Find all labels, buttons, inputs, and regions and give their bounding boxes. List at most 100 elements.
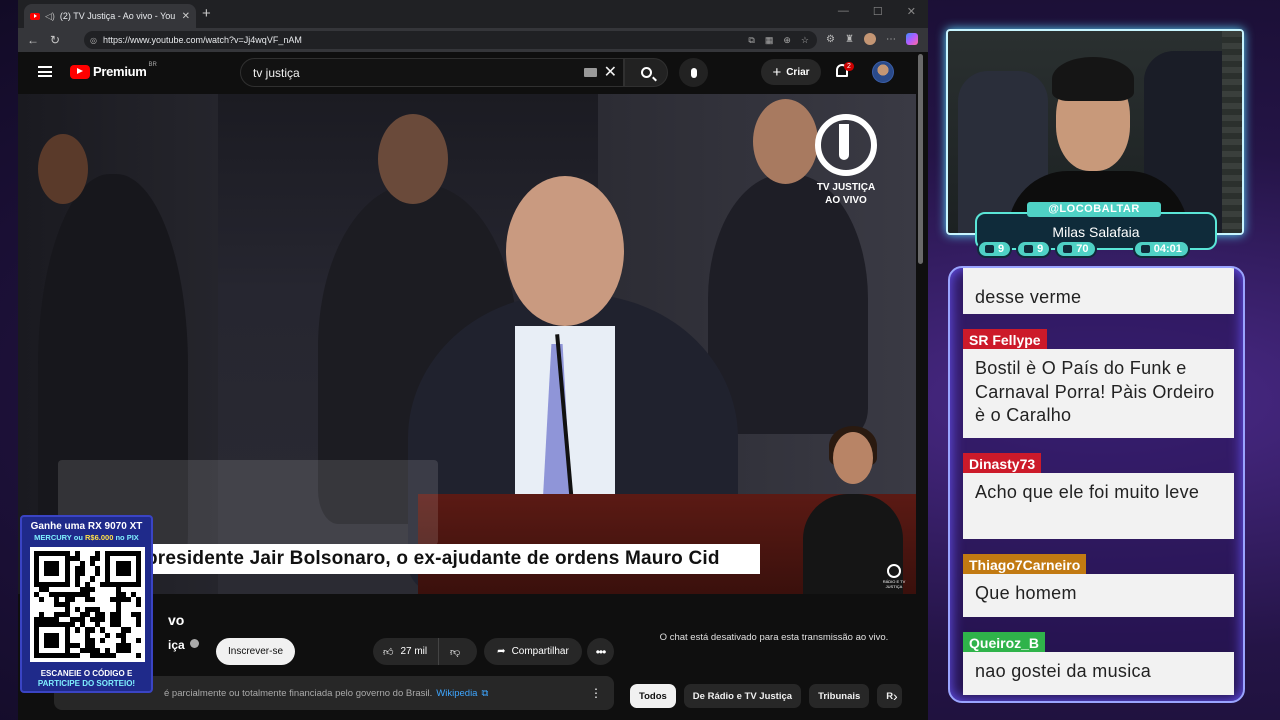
chat-username: Dinasty73 bbox=[963, 453, 1042, 475]
country-code: BR bbox=[148, 61, 157, 68]
extension-icon[interactable]: ♜ bbox=[845, 34, 854, 45]
new-tab-icon[interactable]: + bbox=[202, 5, 211, 22]
extensions-icon[interactable]: ⚙ bbox=[826, 34, 835, 45]
maximize-icon[interactable]: ☐ bbox=[873, 5, 883, 18]
site-info-icon[interactable]: ◎ bbox=[90, 36, 97, 45]
promo-prize-2: R$6.000 bbox=[85, 533, 114, 542]
subscribe-button[interactable]: Inscrever-se bbox=[216, 638, 295, 665]
streamer-name: Milas Salafaia bbox=[1052, 224, 1140, 240]
search-input[interactable]: tv justiça ✕ bbox=[240, 58, 624, 87]
promo-cta-1: ESCANEIE O CÓDIGO E bbox=[40, 669, 133, 678]
video-person-right bbox=[708, 174, 868, 434]
profile-avatar[interactable] bbox=[863, 33, 876, 45]
chip-more[interactable]: R bbox=[877, 684, 903, 708]
viewers-icon bbox=[1063, 245, 1073, 253]
dislike-button[interactable]: 👎︎ bbox=[439, 646, 460, 658]
video-head-left bbox=[38, 134, 88, 204]
like-count: 27 mil bbox=[400, 646, 428, 657]
funding-info-text: é parcialmente ou totalmente financiada … bbox=[164, 687, 433, 699]
clear-search-icon[interactable]: ✕ bbox=[604, 62, 617, 82]
radio-tv-justica-small-logo: RÁDIO E TV JUSTIÇA bbox=[880, 564, 908, 589]
webcam-shelf bbox=[1222, 31, 1242, 233]
bookmark-star-icon[interactable]: ☆ bbox=[801, 35, 809, 46]
share-icon: ➦ bbox=[497, 646, 506, 657]
tab-bar: ◁) (2) TV Justiça - Ao vivo - You ✕ + — … bbox=[18, 0, 928, 28]
thumbs-up-icon: 👍︎ bbox=[383, 646, 394, 658]
chat-username: Queiroz_B bbox=[963, 632, 1046, 654]
search-button[interactable] bbox=[624, 58, 668, 87]
stat-time: 04:01 bbox=[1132, 240, 1190, 258]
giveaway-qr-promo: Ganhe uma RX 9070 XT MERCURY ou R$6.000 … bbox=[20, 515, 153, 693]
related-filter-chips: Todos De Rádio e TV Justiça Tribunais R bbox=[630, 684, 903, 708]
url-field[interactable]: ◎ https://www.youtube.com/watch?v=Jj4wqV… bbox=[84, 31, 817, 49]
page-scrollbar[interactable] bbox=[918, 54, 923, 264]
like-button[interactable]: 👍︎ 27 mil bbox=[373, 638, 439, 665]
chat-disabled-notice: O chat está desativado para esta transmi… bbox=[659, 632, 889, 643]
video-title: vo bbox=[168, 612, 185, 628]
share-button[interactable]: ➦ Compartilhar bbox=[484, 638, 582, 665]
streamer-handle: @LOCOBALTAR bbox=[1027, 202, 1161, 217]
window-close-icon[interactable]: ✕ bbox=[907, 5, 916, 18]
close-tab-icon[interactable]: ✕ bbox=[182, 11, 190, 22]
chat-message-text: desse verme bbox=[963, 268, 1234, 314]
more-actions-button[interactable]: ••• bbox=[587, 638, 614, 665]
chat-message-text: Acho que ele foi muito leve bbox=[963, 473, 1234, 539]
back-icon[interactable]: ← bbox=[26, 33, 40, 47]
browser-menu-icon[interactable]: ⋯ bbox=[886, 34, 896, 45]
verified-icon bbox=[190, 639, 199, 648]
chat-username: SR Fellype bbox=[963, 329, 1047, 351]
browser-tab[interactable]: ◁) (2) TV Justiça - Ao vivo - You ✕ bbox=[24, 4, 196, 28]
search-icon bbox=[640, 67, 652, 78]
chat-overlay: desse verme SR Fellype Bostil è O País d… bbox=[948, 266, 1245, 703]
qr-code bbox=[30, 547, 145, 662]
voice-search-button[interactable] bbox=[679, 58, 708, 87]
youtube-logo[interactable]: Premium BR bbox=[70, 61, 157, 79]
external-link-icon[interactable]: ⧉ bbox=[481, 688, 488, 699]
video-caption: presidente Jair Bolsonaro, o ex-ajudante… bbox=[138, 544, 760, 574]
promo-subline: MERCURY ou R$6.000 no PIX bbox=[22, 533, 151, 542]
plus-icon: + bbox=[772, 63, 782, 81]
copilot-icon[interactable] bbox=[905, 33, 918, 45]
promo-prize-1: MERCURY ou bbox=[34, 533, 83, 542]
chat-message-text: nao gostei da musica bbox=[963, 652, 1234, 695]
chip-courts[interactable]: Tribunais bbox=[809, 684, 870, 708]
speaker-icon[interactable]: ◁) bbox=[45, 11, 55, 22]
chip-channel[interactable]: De Rádio e TV Justiça bbox=[683, 684, 802, 708]
logo-line-1: TV JUSTIÇA bbox=[816, 182, 876, 193]
minimize-icon[interactable]: — bbox=[838, 5, 849, 18]
logo-text: Premium bbox=[93, 64, 147, 79]
youtube-play-icon bbox=[70, 64, 90, 79]
account-avatar[interactable] bbox=[872, 61, 894, 83]
stat-viewers: 70 bbox=[1055, 240, 1097, 258]
create-label: Criar bbox=[786, 66, 810, 78]
youtube-favicon-icon bbox=[30, 12, 40, 20]
thumbs-down-icon: 👎︎ bbox=[450, 646, 461, 658]
like-dislike-group: 👍︎ 27 mil 👎︎ bbox=[373, 638, 477, 665]
chevron-right-icon[interactable]: › bbox=[893, 688, 898, 704]
promo-headline: Ganhe uma RX 9070 XT bbox=[30, 521, 143, 532]
create-button[interactable]: + Criar bbox=[761, 59, 821, 85]
keyboard-icon[interactable] bbox=[584, 68, 597, 77]
wikipedia-link[interactable]: Wikipedia bbox=[436, 688, 477, 699]
channel-name[interactable]: iça bbox=[168, 638, 185, 652]
info-menu-icon[interactable]: ⋮ bbox=[590, 686, 602, 700]
video-head-back bbox=[378, 114, 448, 204]
cast-icon[interactable]: ⧉ bbox=[748, 35, 754, 46]
promo-cta-2: PARTICIPE DO SORTEIO! bbox=[37, 679, 136, 688]
youtube-masthead: Premium BR tv justiça ✕ + Criar 2 bbox=[18, 52, 928, 94]
tv-justica-ring-icon bbox=[815, 114, 877, 176]
microphone-icon bbox=[690, 67, 697, 78]
apps-icon[interactable]: ▦ bbox=[765, 35, 774, 46]
address-bar: ← ↻ ◎ https://www.youtube.com/watch?v=Jj… bbox=[18, 28, 928, 52]
notification-count-badge: 2 bbox=[844, 62, 854, 71]
tab-title: (2) TV Justiça - Ao vivo - You bbox=[59, 11, 176, 21]
logo-line-2: AO VIVO bbox=[825, 195, 867, 206]
zoom-icon[interactable]: ⊕ bbox=[783, 35, 791, 46]
chip-all[interactable]: Todos bbox=[630, 684, 676, 708]
promo-prize-3: no PIX bbox=[115, 533, 139, 542]
menu-icon[interactable] bbox=[38, 66, 52, 77]
stat-chat: 9 bbox=[977, 240, 1013, 258]
reload-icon[interactable]: ↻ bbox=[48, 33, 62, 47]
youtube-icon bbox=[1024, 245, 1034, 253]
browser-window: ◁) (2) TV Justiça - Ao vivo - You ✕ + — … bbox=[18, 0, 928, 720]
